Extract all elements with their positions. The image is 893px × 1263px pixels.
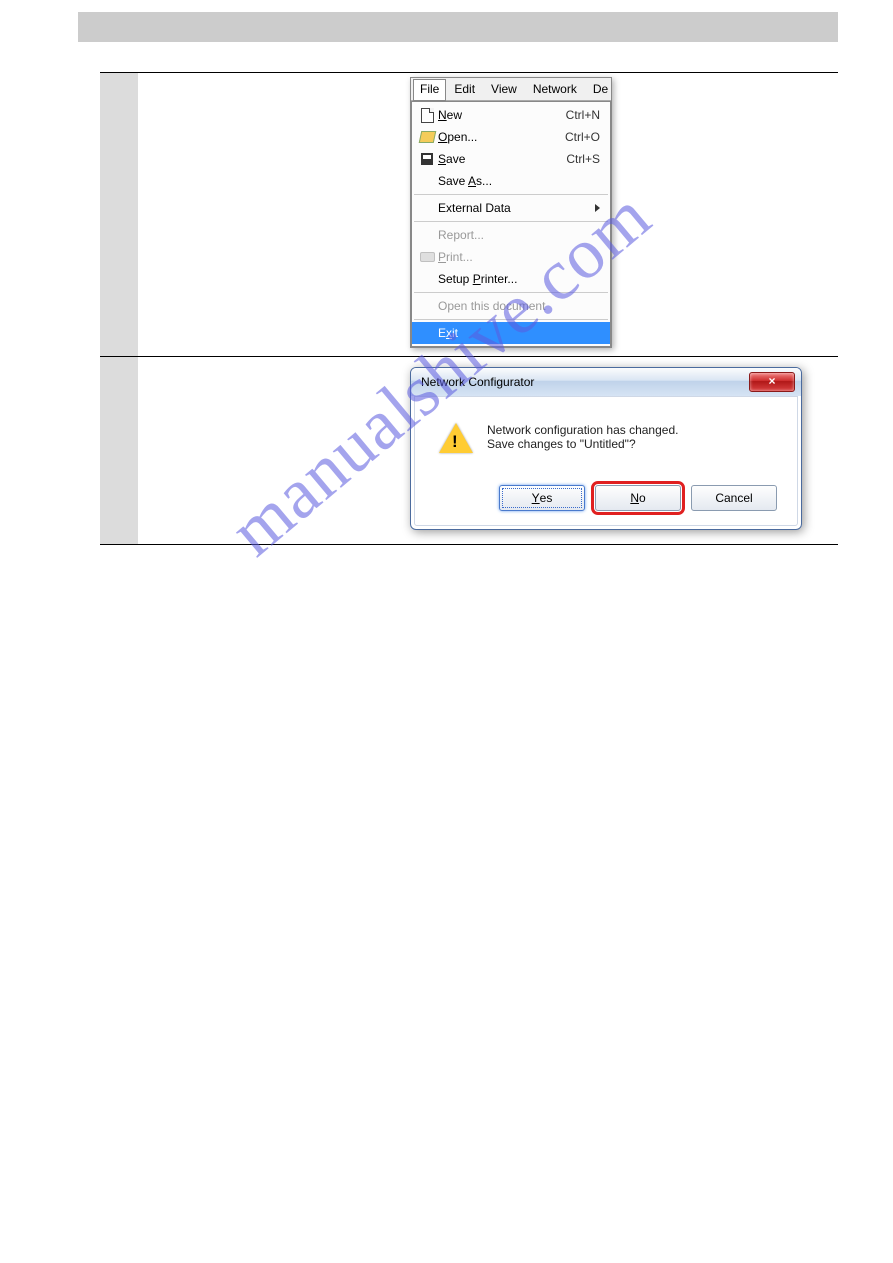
menu-open[interactable]: Open... Ctrl+O — [412, 126, 610, 148]
cancel-button[interactable]: Cancel — [691, 485, 777, 511]
menu-external-data[interactable]: External Data — [412, 197, 610, 219]
menu-save-as[interactable]: Save As... — [412, 170, 610, 192]
menu-separator — [414, 194, 608, 195]
menubar-item-de[interactable]: De — [585, 78, 616, 100]
menubar-item-edit[interactable]: Edit — [446, 78, 483, 100]
dialog-title: Network Configurator — [421, 375, 749, 389]
save-icon — [416, 153, 438, 165]
no-button[interactable]: No — [595, 485, 681, 511]
submenu-arrow-icon — [595, 204, 600, 212]
step-number-col — [100, 73, 138, 356]
menubar-item-view[interactable]: View — [483, 78, 525, 100]
menubar: File Edit View Network De — [411, 78, 611, 101]
menu-separator — [414, 221, 608, 222]
step-number-col — [100, 357, 138, 544]
menu-report: Report... — [412, 224, 610, 246]
menu-exit[interactable]: Exit — [412, 322, 610, 344]
step-row-1: File Edit View Network De New Ctrl+N Ope… — [100, 72, 838, 356]
menu-print: Print... — [412, 246, 610, 268]
menu-new[interactable]: New Ctrl+N — [412, 104, 610, 126]
step-text-col — [138, 73, 410, 356]
open-icon — [416, 131, 438, 143]
file-menu-screenshot: File Edit View Network De New Ctrl+N Ope… — [410, 77, 612, 348]
menu-separator — [414, 319, 608, 320]
save-dialog: Network Configurator × Network configura… — [410, 367, 802, 530]
menubar-item-network[interactable]: Network — [525, 78, 585, 100]
dialog-title-bar: Network Configurator × — [411, 368, 801, 396]
page-header-band — [78, 12, 838, 42]
yes-button[interactable]: Yes — [499, 485, 585, 511]
step-text-col — [138, 357, 410, 544]
close-button[interactable]: × — [749, 372, 795, 392]
warning-icon — [439, 423, 473, 453]
menu-save[interactable]: Save Ctrl+S — [412, 148, 610, 170]
print-icon — [416, 252, 438, 262]
new-file-icon — [416, 108, 438, 123]
menu-open-doc: Open this document — [412, 295, 610, 317]
menu-separator — [414, 292, 608, 293]
file-dropdown: New Ctrl+N Open... Ctrl+O Save Ctrl+S — [411, 101, 611, 347]
menu-setup-printer[interactable]: Setup Printer... — [412, 268, 610, 290]
dialog-message: Network configuration has changed. Save … — [487, 423, 678, 451]
menubar-item-file[interactable]: File — [413, 79, 446, 101]
step-row-2: Network Configurator × Network configura… — [100, 356, 838, 545]
